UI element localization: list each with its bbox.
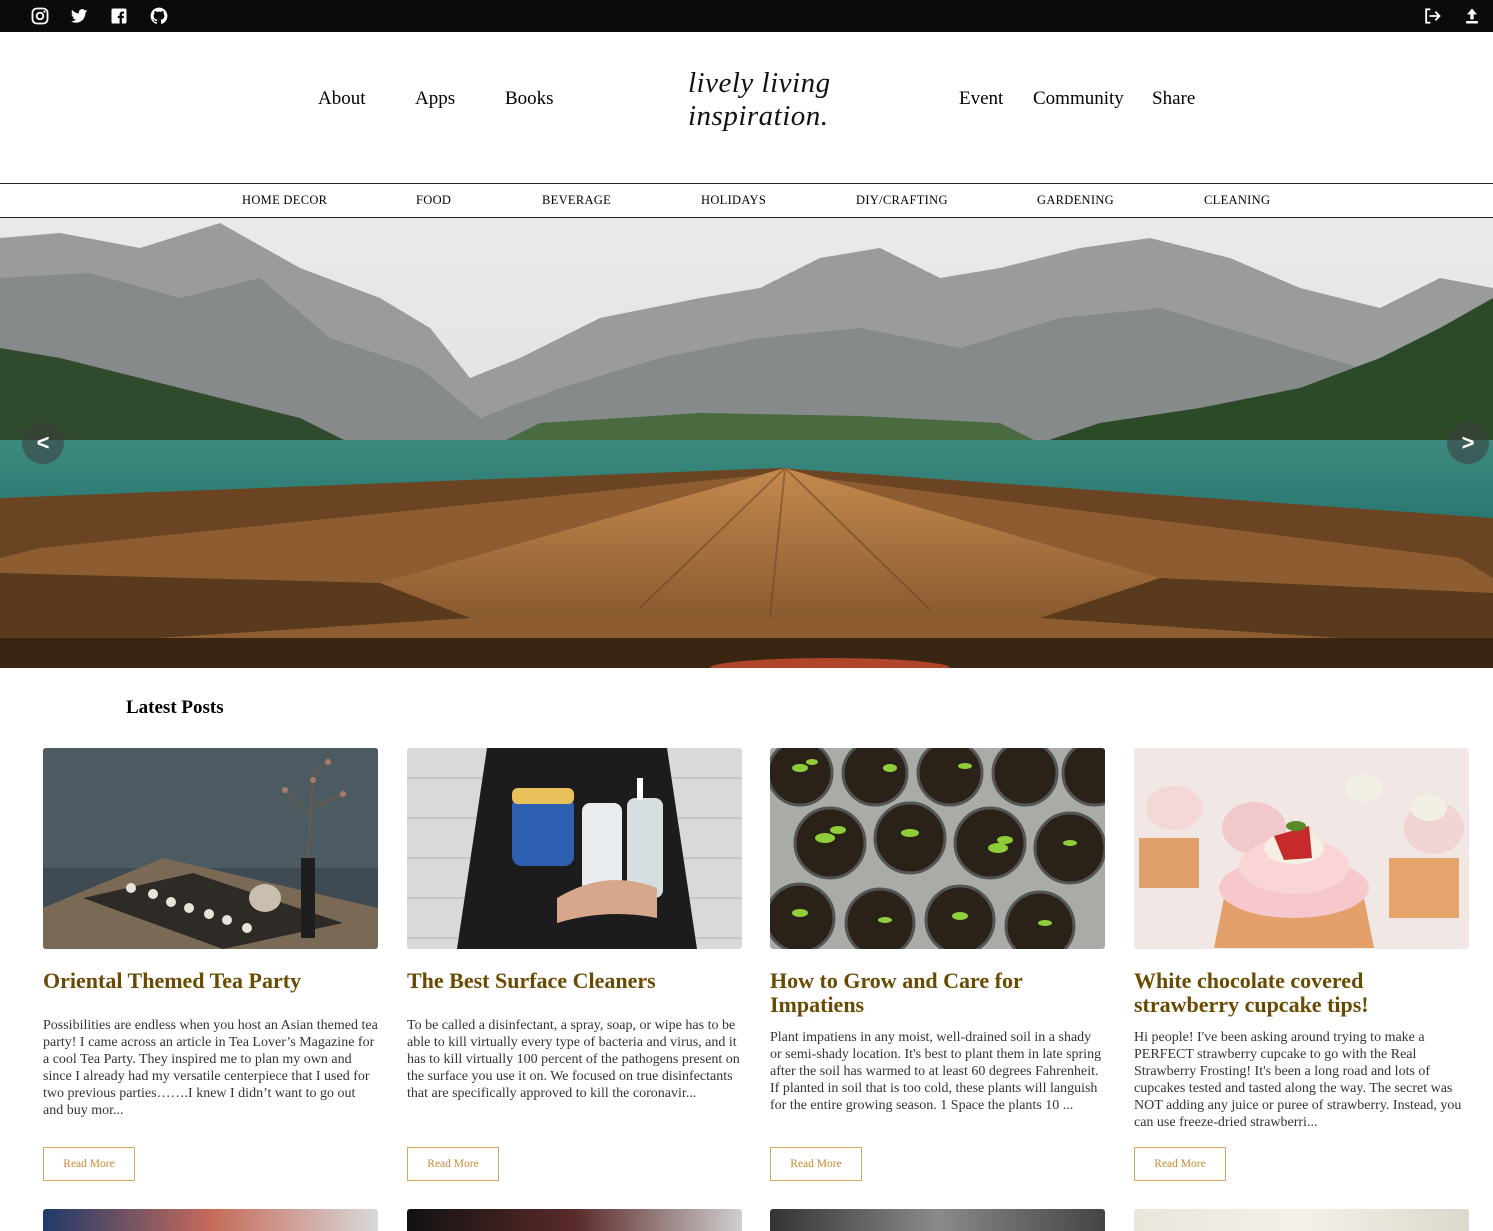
logo-line-2: inspiration. xyxy=(688,100,829,132)
read-more-button[interactable]: Read More xyxy=(407,1147,499,1181)
category-beverage[interactable]: BEVERAGE xyxy=(542,193,611,208)
nav-books-link[interactable]: Books xyxy=(505,88,554,110)
post-thumbnail-peek[interactable] xyxy=(1134,1209,1469,1231)
category-home-decor[interactable]: HOME DECOR xyxy=(242,193,327,208)
social-bar xyxy=(0,0,1493,32)
post-title[interactable]: White chocolate covered strawberry cupca… xyxy=(1134,969,1469,1017)
category-cleaning[interactable]: CLEANING xyxy=(1204,193,1270,208)
category-food[interactable]: FOOD xyxy=(416,193,451,208)
post-thumbnail[interactable] xyxy=(43,748,378,949)
slider-prev-button[interactable]: < xyxy=(22,422,64,464)
post-excerpt: Possibilities are endless when you host … xyxy=(43,1018,378,1118)
upload-icon[interactable] xyxy=(1460,4,1484,28)
post-thumbnail[interactable] xyxy=(407,748,742,949)
github-icon[interactable] xyxy=(147,4,171,28)
post-card: How to Grow and Care for Impatiens Plant… xyxy=(770,748,1105,1114)
logout-icon[interactable] xyxy=(1420,4,1444,28)
post-thumbnail[interactable] xyxy=(1134,748,1469,949)
nav-about-link[interactable]: About xyxy=(318,88,366,110)
nav-event-link[interactable]: Event xyxy=(959,88,1003,110)
post-title[interactable]: How to Grow and Care for Impatiens xyxy=(770,969,1105,1017)
post-thumbnail[interactable] xyxy=(770,748,1105,949)
hero-slider: < > xyxy=(0,218,1493,668)
facebook-icon[interactable] xyxy=(107,4,131,28)
post-card: Oriental Themed Tea Party Possibilities … xyxy=(43,748,378,1119)
site-header: About Apps Books lively living inspirati… xyxy=(0,32,1493,183)
hero-image xyxy=(0,218,1493,668)
post-title[interactable]: The Best Surface Cleaners xyxy=(407,969,742,993)
category-holidays[interactable]: HOLIDAYS xyxy=(701,193,766,208)
slider-next-button[interactable]: > xyxy=(1447,422,1489,464)
logo-line-1: lively living xyxy=(688,67,831,99)
category-gardening[interactable]: GARDENING xyxy=(1037,193,1114,208)
twitter-icon[interactable] xyxy=(67,4,91,28)
category-bar: HOME DECOR FOOD BEVERAGE HOLIDAYS DIY/CR… xyxy=(0,183,1493,218)
post-thumbnail-peek[interactable] xyxy=(770,1209,1105,1231)
instagram-icon[interactable] xyxy=(28,4,52,28)
read-more-button[interactable]: Read More xyxy=(1134,1147,1226,1181)
post-card: White chocolate covered strawberry cupca… xyxy=(1134,748,1469,1131)
post-card: The Best Surface Cleaners To be called a… xyxy=(407,748,742,1102)
nav-apps-link[interactable]: Apps xyxy=(415,88,455,110)
nav-share-link[interactable]: Share xyxy=(1152,88,1195,110)
nav-community-link[interactable]: Community xyxy=(1033,88,1124,110)
post-title[interactable]: Oriental Themed Tea Party xyxy=(43,969,378,993)
read-more-button[interactable]: Read More xyxy=(770,1147,862,1181)
category-diy-crafting[interactable]: DIY/CRAFTING xyxy=(856,193,948,208)
site-logo[interactable]: lively living inspiration. xyxy=(688,67,868,133)
read-more-button[interactable]: Read More xyxy=(43,1147,135,1181)
post-excerpt: Plant impatiens in any moist, well-drain… xyxy=(770,1030,1102,1113)
latest-posts-heading: Latest Posts xyxy=(126,697,224,718)
post-thumbnail-peek[interactable] xyxy=(407,1209,742,1231)
post-excerpt: To be called a disinfectant, a spray, so… xyxy=(407,1018,740,1101)
post-thumbnail-peek[interactable] xyxy=(43,1209,378,1231)
post-excerpt: Hi people! I've been asking around tryin… xyxy=(1134,1030,1462,1130)
